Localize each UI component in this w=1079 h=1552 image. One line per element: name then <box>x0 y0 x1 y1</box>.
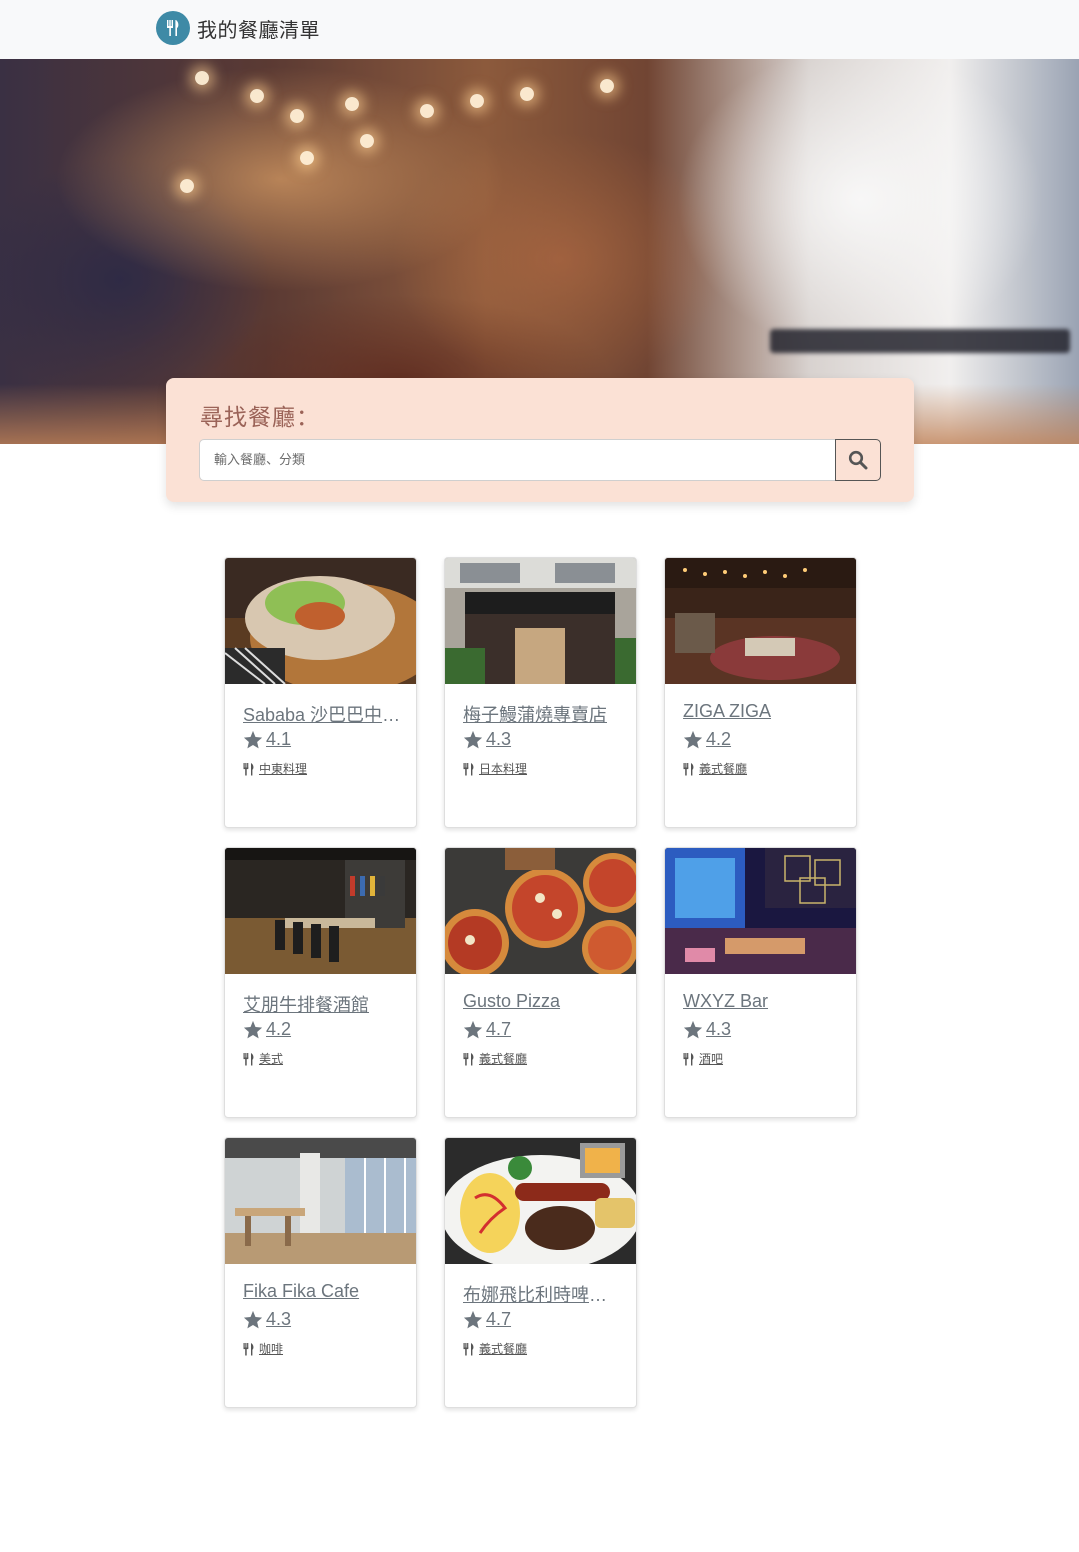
restaurant-image[interactable] <box>225 1138 416 1264</box>
category-label: 日本料理 <box>479 762 528 776</box>
restaurant-card[interactable]: 梅子鰻蒲燒專賣店 4.3 日本料理 <box>444 557 637 828</box>
category-label: 義式餐廳 <box>699 762 748 776</box>
navbar: 我的餐廳清單 <box>0 0 1079 59</box>
star-icon <box>243 1020 263 1039</box>
restaurant-name[interactable]: 梅子鰻蒲燒專賣店 <box>463 701 623 727</box>
category-label: 美式 <box>259 1052 284 1066</box>
restaurant-name[interactable]: ZIGA ZIGA <box>683 701 843 722</box>
restaurant-image[interactable] <box>445 1138 636 1264</box>
restaurant-rating: 4.1 <box>243 729 291 750</box>
star-icon <box>463 1020 483 1039</box>
brand-link[interactable]: 我的餐廳清單 <box>156 11 320 45</box>
restaurant-image[interactable] <box>225 558 416 684</box>
restaurant-name[interactable]: 艾朋牛排餐酒館 <box>243 991 403 1017</box>
restaurant-image[interactable] <box>225 848 416 974</box>
brand-title: 我的餐廳清單 <box>197 17 320 42</box>
search-title: 尋找餐廳： <box>200 405 320 431</box>
restaurant-name[interactable]: 布娜飛比利時啤酒餐廳 <box>463 1281 623 1307</box>
restaurant-rating: 4.2 <box>683 729 731 750</box>
restaurant-rating: 4.7 <box>463 1309 511 1330</box>
category-label: 義式餐廳 <box>479 1342 528 1356</box>
restaurant-image[interactable] <box>445 848 636 974</box>
restaurant-rating: 4.3 <box>243 1309 291 1330</box>
rating-value: 4.3 <box>266 1309 292 1329</box>
restaurant-name[interactable]: WXYZ Bar <box>683 991 843 1012</box>
rating-value: 4.3 <box>706 1019 732 1039</box>
utensils-icon <box>463 1052 474 1065</box>
restaurant-card[interactable]: Gusto Pizza 4.7 義式餐廳 <box>444 847 637 1118</box>
utensils-icon <box>156 11 190 45</box>
rating-value: 4.3 <box>486 729 512 749</box>
restaurant-image[interactable] <box>665 848 856 974</box>
search-icon <box>848 450 868 470</box>
star-icon <box>683 730 703 749</box>
restaurant-image[interactable] <box>665 558 856 684</box>
category-label: 中東料理 <box>259 762 308 776</box>
restaurant-category[interactable]: 咖啡 <box>243 1340 283 1357</box>
restaurant-category[interactable]: 義式餐廳 <box>683 760 747 777</box>
restaurant-category[interactable]: 日本料理 <box>463 760 527 777</box>
utensils-icon <box>243 1052 254 1065</box>
restaurant-name[interactable]: Fika Fika Cafe <box>243 1281 403 1302</box>
restaurant-card[interactable]: Sababa 沙巴巴中東戶外餐廳4.1 中東料理 <box>224 557 417 828</box>
restaurant-name[interactable]: Sababa 沙巴巴中東戶外餐廳 <box>243 701 403 727</box>
restaurant-category[interactable]: 義式餐廳 <box>463 1340 527 1357</box>
restaurant-card[interactable]: Fika Fika Cafe 4.3 咖啡 <box>224 1137 417 1408</box>
restaurant-card[interactable]: 艾朋牛排餐酒館 4.2 美式 <box>224 847 417 1118</box>
search-input[interactable] <box>199 439 837 481</box>
search-panel: 尋找餐廳： <box>166 378 914 502</box>
category-label: 義式餐廳 <box>479 1052 528 1066</box>
restaurant-rating: 4.7 <box>463 1019 511 1040</box>
utensils-icon <box>463 762 474 775</box>
category-label: 酒吧 <box>699 1052 724 1066</box>
utensils-icon <box>683 1052 694 1065</box>
star-icon <box>683 1020 703 1039</box>
restaurant-rating: 4.3 <box>683 1019 731 1040</box>
utensils-icon <box>683 762 694 775</box>
restaurant-name[interactable]: Gusto Pizza <box>463 991 623 1012</box>
restaurant-rating: 4.2 <box>243 1019 291 1040</box>
rating-value: 4.1 <box>266 729 292 749</box>
restaurant-card[interactable]: 布娜飛比利時啤酒餐廳4.7 義式餐廳 <box>444 1137 637 1408</box>
restaurant-rating: 4.3 <box>463 729 511 750</box>
star-icon <box>463 730 483 749</box>
rating-value: 4.2 <box>266 1019 292 1039</box>
search-button[interactable] <box>835 439 881 481</box>
rating-value: 4.2 <box>706 729 732 749</box>
restaurant-category[interactable]: 義式餐廳 <box>463 1050 527 1067</box>
restaurant-category[interactable]: 酒吧 <box>683 1050 723 1067</box>
utensils-icon <box>243 762 254 775</box>
restaurant-image[interactable] <box>445 558 636 684</box>
utensils-icon <box>463 1342 474 1355</box>
restaurant-card[interactable]: ZIGA ZIGA 4.2 義式餐廳 <box>664 557 857 828</box>
rating-value: 4.7 <box>486 1019 512 1039</box>
restaurant-card[interactable]: WXYZ Bar 4.3 酒吧 <box>664 847 857 1118</box>
star-icon <box>243 730 263 749</box>
star-icon <box>243 1310 263 1329</box>
utensils-icon <box>243 1342 254 1355</box>
category-label: 咖啡 <box>259 1342 284 1356</box>
star-icon <box>463 1310 483 1329</box>
restaurant-category[interactable]: 美式 <box>243 1050 283 1067</box>
restaurant-category[interactable]: 中東料理 <box>243 760 307 777</box>
rating-value: 4.7 <box>486 1309 512 1329</box>
